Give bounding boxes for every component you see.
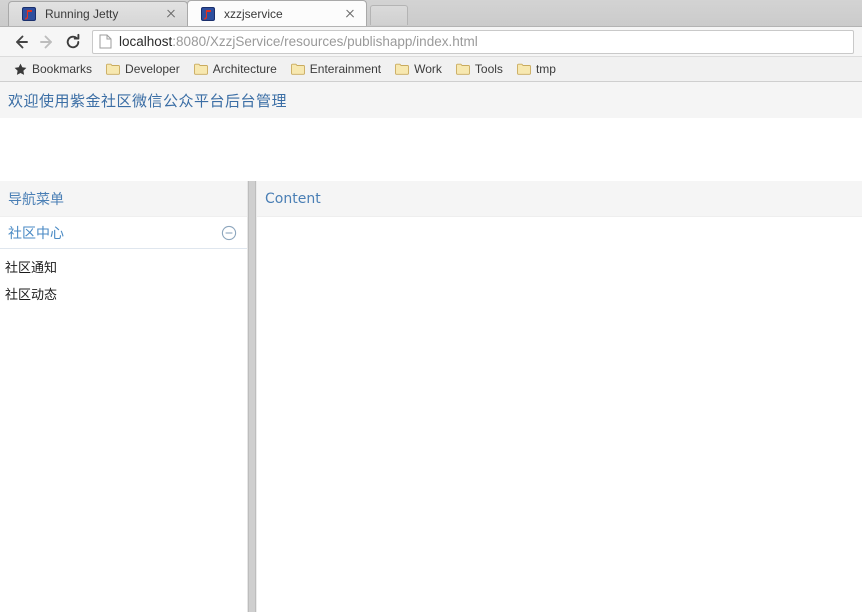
- bookmark-label: Bookmarks: [32, 62, 93, 76]
- bookmark-label: Architecture: [212, 62, 277, 76]
- browser-window: Running Jetty xzzjservice localhost:8080…: [0, 0, 862, 612]
- new-tab-button[interactable]: [370, 5, 408, 25]
- browser-tab-running-jetty[interactable]: Running Jetty: [8, 1, 188, 26]
- address-bar[interactable]: localhost:8080/XzzjService/resources/pub…: [92, 29, 854, 54]
- bookmark-label: tmp: [535, 62, 556, 76]
- tab-title: xzzjservice: [224, 6, 283, 21]
- folder-icon: [516, 63, 531, 75]
- url-path: :8080/XzzjService/resources/publishapp/i…: [172, 33, 478, 49]
- app-header: 欢迎使用紫金社区微信公众平台后台管理: [0, 82, 862, 118]
- bookmark-label: Work: [414, 62, 442, 76]
- reload-icon[interactable]: [60, 29, 86, 55]
- panel-splitter[interactable]: [248, 181, 256, 612]
- collapse-minus-circle-icon[interactable]: [221, 225, 237, 241]
- folder-icon: [455, 63, 470, 75]
- bookmark-folder-enterainment[interactable]: Enterainment: [285, 59, 387, 79]
- accordion-title: 社区中心: [8, 225, 64, 242]
- folder-icon: [395, 63, 410, 75]
- close-icon[interactable]: [342, 6, 358, 22]
- sidebar-item-community-notice[interactable]: 社区通知: [0, 253, 247, 280]
- accordion-header-community-center[interactable]: 社区中心: [0, 217, 247, 249]
- navigation-panel: 导航菜单 社区中心 社区通知 社区动态: [0, 181, 248, 612]
- page-document-icon: [99, 34, 112, 49]
- url-host: localhost: [119, 33, 173, 49]
- content-panel: Content: [256, 181, 862, 612]
- content-panel-title: Content: [265, 190, 321, 207]
- tab-strip: Running Jetty xzzjservice: [0, 0, 862, 27]
- folder-icon: [290, 63, 305, 75]
- tab-title: Running Jetty: [45, 7, 119, 21]
- app-layout: 导航菜单 社区中心 社区通知 社区动态 Content: [0, 181, 862, 612]
- back-arrow-icon[interactable]: [8, 29, 34, 55]
- forward-arrow-icon[interactable]: [34, 29, 60, 55]
- bookmark-label: Enterainment: [309, 62, 382, 76]
- content-panel-body: [257, 217, 862, 612]
- bookmark-folder-developer[interactable]: Developer: [100, 59, 186, 79]
- page-title: 欢迎使用紫金社区微信公众平台后台管理: [8, 91, 288, 110]
- bookmarks-bar: Bookmarks Developer Architecture Enterai…: [0, 57, 862, 82]
- navigation-panel-header: 导航菜单: [0, 181, 247, 217]
- navigation-panel-title: 导航菜单: [8, 191, 64, 208]
- close-icon[interactable]: [163, 6, 179, 22]
- bookmark-folder-tools[interactable]: Tools: [450, 59, 509, 79]
- browser-toolbar: localhost:8080/XzzjService/resources/pub…: [0, 27, 862, 57]
- bookmark-label: Tools: [474, 62, 503, 76]
- folder-icon: [193, 63, 208, 75]
- bookmark-label: Developer: [125, 62, 180, 76]
- sidebar-item-label: 社区动态: [5, 288, 58, 303]
- accordion-body: 社区通知 社区动态: [0, 249, 247, 307]
- sidebar-item-community-activity[interactable]: 社区动态: [0, 280, 247, 307]
- bookmark-folder-tmp[interactable]: tmp: [511, 59, 562, 79]
- bookmark-folder-work[interactable]: Work: [389, 59, 448, 79]
- sidebar-item-label: 社区通知: [5, 261, 58, 276]
- content-panel-header: Content: [257, 181, 862, 217]
- star-icon: [14, 63, 27, 76]
- accordion: 社区中心 社区通知 社区动态: [0, 217, 247, 307]
- browser-tab-xzzjservice[interactable]: xzzjservice: [187, 0, 367, 26]
- header-spacer: [0, 118, 862, 181]
- page-viewport: 欢迎使用紫金社区微信公众平台后台管理 导航菜单 社区中心 社区通知 社区动态 C…: [0, 82, 862, 612]
- jetty-favicon: [200, 6, 216, 22]
- address-bar-text: localhost:8080/XzzjService/resources/pub…: [119, 33, 478, 51]
- folder-icon: [106, 63, 120, 75]
- bookmark-item-bookmarks[interactable]: Bookmarks: [8, 59, 98, 79]
- bookmark-folder-architecture[interactable]: Architecture: [188, 59, 283, 79]
- jetty-favicon: [21, 6, 37, 22]
